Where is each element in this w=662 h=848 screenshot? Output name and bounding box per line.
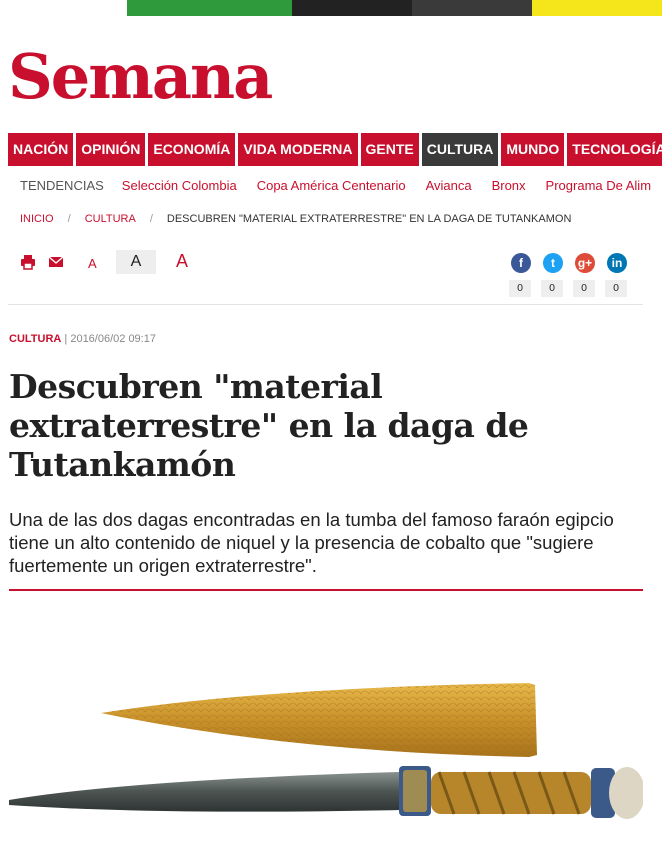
article-section[interactable]: CULTURA xyxy=(9,333,61,345)
nav-item-opinion[interactable]: OPINIÓN xyxy=(76,133,146,166)
article-image xyxy=(9,640,643,848)
font-size-small-button[interactable]: A xyxy=(88,256,97,271)
googleplus-share-button[interactable]: g+ xyxy=(575,253,595,273)
breadcrumb-separator: / xyxy=(67,213,71,225)
trend-link[interactable]: Bronx xyxy=(492,178,526,193)
breadcrumb-separator: / xyxy=(149,213,153,225)
main-nav: NACIÓN OPINIÓN ECONOMÍA VIDA MODERNA GEN… xyxy=(8,133,662,166)
trend-link[interactable]: Selección Colombia xyxy=(122,178,237,193)
nav-item-cultura[interactable]: CULTURA xyxy=(421,133,499,166)
article-date: 2016/06/02 09:17 xyxy=(70,333,156,345)
breadcrumb-home[interactable]: INICIO xyxy=(20,213,54,225)
breadcrumb-section[interactable]: CULTURA xyxy=(85,213,136,225)
linkedin-share-button[interactable]: in xyxy=(607,253,627,273)
nav-item-vida-moderna[interactable]: VIDA MODERNA xyxy=(238,133,358,166)
divider xyxy=(9,589,643,591)
twitter-share-count: 0 xyxy=(541,280,563,297)
email-icon[interactable] xyxy=(48,254,64,270)
article-title: Descubren "material extraterrestre" en l… xyxy=(9,367,529,484)
nav-item-nacion[interactable]: NACIÓN xyxy=(8,133,74,166)
font-size-large-button[interactable]: A xyxy=(176,251,188,272)
nav-item-economia[interactable]: ECONOMÍA xyxy=(148,133,236,166)
meta-separator: | xyxy=(64,333,68,345)
trend-link[interactable]: Avianca xyxy=(426,178,472,193)
article-toolbar: A A A f t g+ in 0 0 0 0 xyxy=(8,240,643,305)
nav-item-tecnologia[interactable]: TECNOLOGÍA xyxy=(567,133,662,166)
googleplus-share-count: 0 xyxy=(573,280,595,297)
twitter-share-button[interactable]: t xyxy=(543,253,563,273)
font-size-medium-button[interactable]: A xyxy=(116,250,156,274)
trend-link[interactable]: Copa América Centenario xyxy=(257,178,406,193)
print-icon[interactable] xyxy=(20,254,36,270)
nav-item-gente[interactable]: GENTE xyxy=(360,133,419,166)
ad-segment xyxy=(412,0,532,16)
ad-banner[interactable] xyxy=(127,0,662,16)
trends-label: TENDENCIAS xyxy=(20,177,104,193)
breadcrumb: INICIO / CULTURA / DESCUBREN "MATERIAL E… xyxy=(20,213,571,225)
ad-segment xyxy=(532,0,662,16)
breadcrumb-current: DESCUBREN "MATERIAL EXTRATERRESTRE" EN L… xyxy=(166,213,572,225)
facebook-share-button[interactable]: f xyxy=(511,253,531,273)
nav-item-mundo[interactable]: MUNDO xyxy=(501,133,565,166)
facebook-share-count: 0 xyxy=(509,280,531,297)
ad-segment xyxy=(127,0,292,16)
ad-segment xyxy=(292,0,412,16)
linkedin-share-count: 0 xyxy=(605,280,627,297)
trends-bar: TENDENCIAS Selección Colombia Copa Améri… xyxy=(8,170,662,200)
trend-link[interactable]: Programa De Alim xyxy=(546,178,651,193)
site-logo[interactable]: Semana xyxy=(8,46,273,108)
article-summary: Una de las dos dagas encontradas en la t… xyxy=(9,509,614,576)
article-meta: CULTURA | 2016/06/02 09:17 xyxy=(9,333,156,345)
